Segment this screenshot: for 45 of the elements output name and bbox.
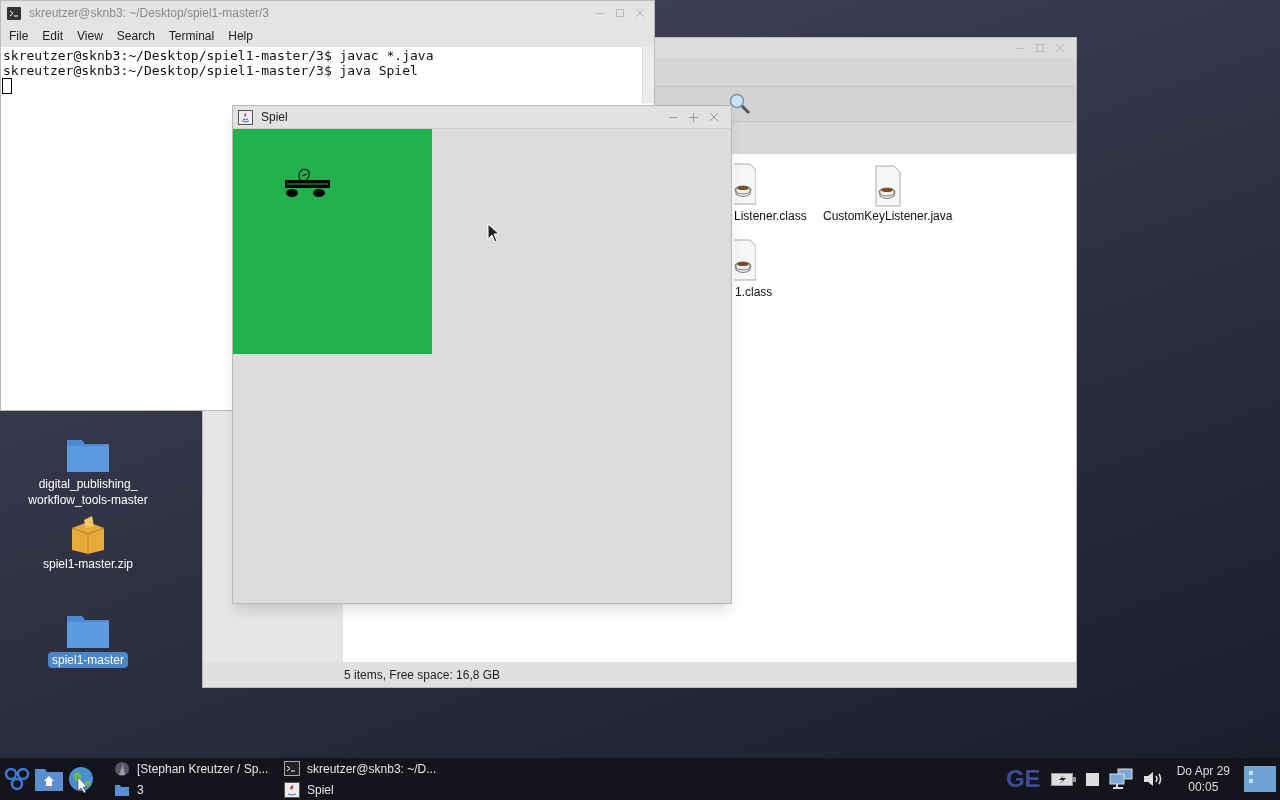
- class-file-icon[interactable]: [734, 162, 756, 206]
- taskbar-button[interactable]: [Stephan Kreutzer / Sp...: [110, 758, 280, 779]
- icon-label[interactable]: spiel1-master.zip: [38, 556, 137, 572]
- terminal-line: skreutzer@sknb3:~/Desktop/spiel1-master/3$ javac *.java: [2, 48, 435, 63]
- taskbar-button[interactable]: skreutzer@sknb3: ~/D...: [280, 758, 445, 779]
- desktop-switcher-icon[interactable]: [1244, 766, 1276, 792]
- clock-text[interactable]: 00:05: [1188, 779, 1219, 795]
- icon-label[interactable]: digital_publishing_ workflow_tools-master: [24, 476, 152, 508]
- menu-item[interactable]: Search: [110, 28, 161, 44]
- battery-icon[interactable]: [1050, 772, 1076, 786]
- window-title: Spiel: [261, 109, 289, 125]
- file-label[interactable]: Listener.class: [734, 208, 807, 224]
- file-label[interactable]: CustomKeyListener.java: [823, 208, 953, 224]
- network-icon[interactable]: [1108, 768, 1133, 790]
- class-file-icon[interactable]: [734, 238, 756, 282]
- status-bar-text: 5 items, Free space: 16,8 GB: [343, 666, 501, 683]
- terminal-line: skreutzer@sknb3:~/Desktop/spiel1-master/3$ java Spiel: [2, 63, 419, 78]
- date-text[interactable]: Do Apr 29: [1176, 763, 1230, 779]
- window-title: skreutzer@sknb3: ~/Desktop/spiel1-master/3: [29, 5, 270, 21]
- menu-icon[interactable]: [2, 765, 32, 793]
- taskbar-button[interactable]: 3: [110, 779, 280, 800]
- file-label[interactable]: 1.class: [735, 284, 773, 300]
- volume-icon[interactable]: [1142, 771, 1163, 787]
- home-folder-icon[interactable]: [34, 766, 64, 792]
- browser-icon: [114, 760, 130, 777]
- menu-item[interactable]: View: [71, 28, 109, 44]
- tray-square-icon[interactable]: [1085, 772, 1099, 786]
- menu-item[interactable]: File: [3, 28, 35, 44]
- menu-item[interactable]: Terminal: [162, 28, 221, 44]
- search-icon[interactable]: [729, 93, 751, 115]
- folder-icon: [114, 782, 130, 797]
- globe-icon[interactable]: [66, 765, 96, 793]
- menu-item[interactable]: Edit: [36, 28, 70, 44]
- text-cursor: [2, 78, 12, 94]
- java-icon: [284, 781, 300, 798]
- mouse-pointer-icon: [487, 223, 500, 243]
- terminal-icon: [7, 6, 21, 20]
- cart-drawing: [284, 167, 331, 199]
- menu-item[interactable]: Help: [222, 28, 259, 44]
- taskbar-button[interactable]: Spiel: [280, 779, 445, 800]
- terminal-icon: [284, 761, 300, 776]
- icon-label[interactable]: spiel1-master: [48, 652, 128, 668]
- scrollbar[interactable]: [642, 47, 654, 103]
- archive-icon[interactable]: [70, 516, 106, 554]
- java-icon: [238, 109, 253, 125]
